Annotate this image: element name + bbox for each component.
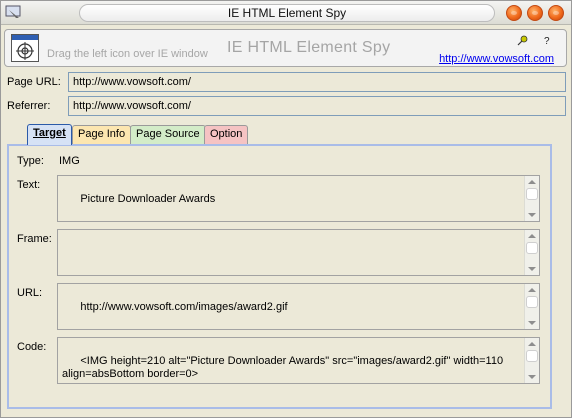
help-icon[interactable]: ? (544, 36, 550, 47)
close-icon[interactable] (548, 5, 564, 21)
tab-option[interactable]: Option (204, 125, 249, 144)
page-url-label: Page URL: (7, 76, 61, 88)
text-field-value: Picture Downloader Awards (80, 193, 216, 205)
text-field[interactable]: Picture Downloader Awards (57, 175, 540, 222)
referrer-field[interactable]: http://www.vowsoft.com/ (68, 96, 566, 116)
url-field[interactable]: http://www.vowsoft.com/images/award2.gif (57, 283, 540, 330)
header-title: IE HTML Element Spy (227, 39, 391, 56)
url-scrollbar[interactable] (524, 284, 539, 329)
referrer-label: Referrer: (7, 100, 51, 112)
maximize-icon[interactable] (527, 5, 543, 21)
frame-scrollbar[interactable] (524, 230, 539, 275)
text-scrollbar[interactable] (524, 176, 539, 221)
text-label: Text: (17, 179, 41, 191)
crosshair-target-icon[interactable] (11, 34, 39, 62)
url-label: URL: (17, 287, 43, 299)
frame-label: Frame: (17, 233, 52, 245)
target-panel: Type: IMG Text: Picture Downloader Award… (7, 144, 552, 409)
type-label: Type: (17, 155, 44, 167)
url-field-value: http://www.vowsoft.com/images/award2.gif (80, 301, 288, 313)
header-panel: Drag the left icon over IE window IE HTM… (4, 29, 567, 67)
frame-field[interactable] (57, 229, 540, 276)
app-window: IE HTML Element Spy Drag the left icon o… (0, 0, 572, 418)
tab-page-source[interactable]: Page Source (130, 125, 206, 144)
code-label: Code: (17, 341, 47, 353)
window-title: IE HTML Element Spy (79, 4, 495, 22)
title-bar[interactable]: IE HTML Element Spy (1, 1, 571, 25)
tab-target[interactable]: Target (27, 124, 72, 145)
code-field[interactable]: <IMG height=210 alt="Picture Downloader … (57, 337, 540, 384)
type-value: IMG (59, 155, 80, 167)
minimize-icon[interactable] (506, 5, 522, 21)
page-url-field[interactable]: http://www.vowsoft.com/ (68, 72, 566, 92)
website-link[interactable]: http://www.vowsoft.com (439, 53, 554, 65)
tab-page-info[interactable]: Page Info (72, 125, 132, 144)
code-field-value: <IMG height=210 alt="Picture Downloader … (62, 355, 504, 380)
app-icon[interactable] (5, 4, 23, 20)
code-scrollbar[interactable] (524, 338, 539, 383)
drag-hint: Drag the left icon over IE window (47, 48, 208, 60)
pin-icon[interactable] (516, 35, 528, 47)
